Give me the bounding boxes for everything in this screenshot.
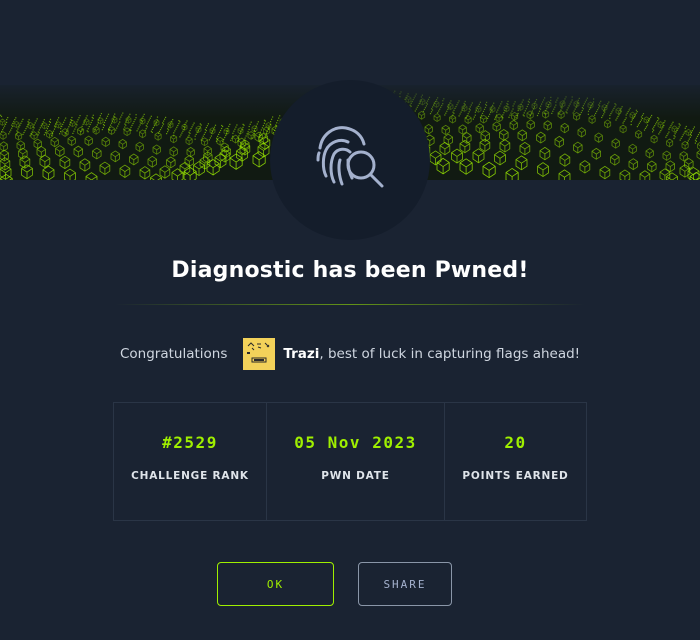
avatar bbox=[243, 338, 276, 370]
stat-value: 20 bbox=[504, 433, 527, 452]
challenge-badge bbox=[270, 80, 430, 240]
stat-value: 05 Nov 2023 bbox=[294, 433, 417, 452]
stat-label: CHALLENGE RANK bbox=[131, 470, 249, 482]
pwned-title: Diagnostic has been Pwned! bbox=[171, 258, 529, 283]
stats-panel: #2529 CHALLENGE RANK 05 Nov 2023 PWN DAT… bbox=[113, 402, 587, 521]
fingerprint-search-icon bbox=[312, 120, 388, 200]
congrats-prefix: Congratulations bbox=[120, 346, 228, 362]
stat-label: POINTS EARNED bbox=[462, 470, 569, 482]
divider bbox=[115, 304, 585, 305]
congrats-suffix: , best of luck in capturing flags ahead! bbox=[319, 346, 581, 362]
stat-challenge-rank: #2529 CHALLENGE RANK bbox=[114, 403, 267, 520]
congrats-message: Congratulations Trazi , best of luck in … bbox=[120, 338, 580, 370]
stat-value: #2529 bbox=[162, 433, 218, 452]
username-link[interactable]: Trazi bbox=[283, 346, 319, 362]
share-button[interactable]: SHARE bbox=[358, 562, 452, 606]
stat-pwn-date: 05 Nov 2023 PWN DATE bbox=[267, 403, 445, 520]
stat-points-earned: 20 POINTS EARNED bbox=[445, 403, 586, 520]
stat-label: PWN DATE bbox=[321, 470, 390, 482]
ok-button[interactable]: OK bbox=[217, 562, 334, 606]
